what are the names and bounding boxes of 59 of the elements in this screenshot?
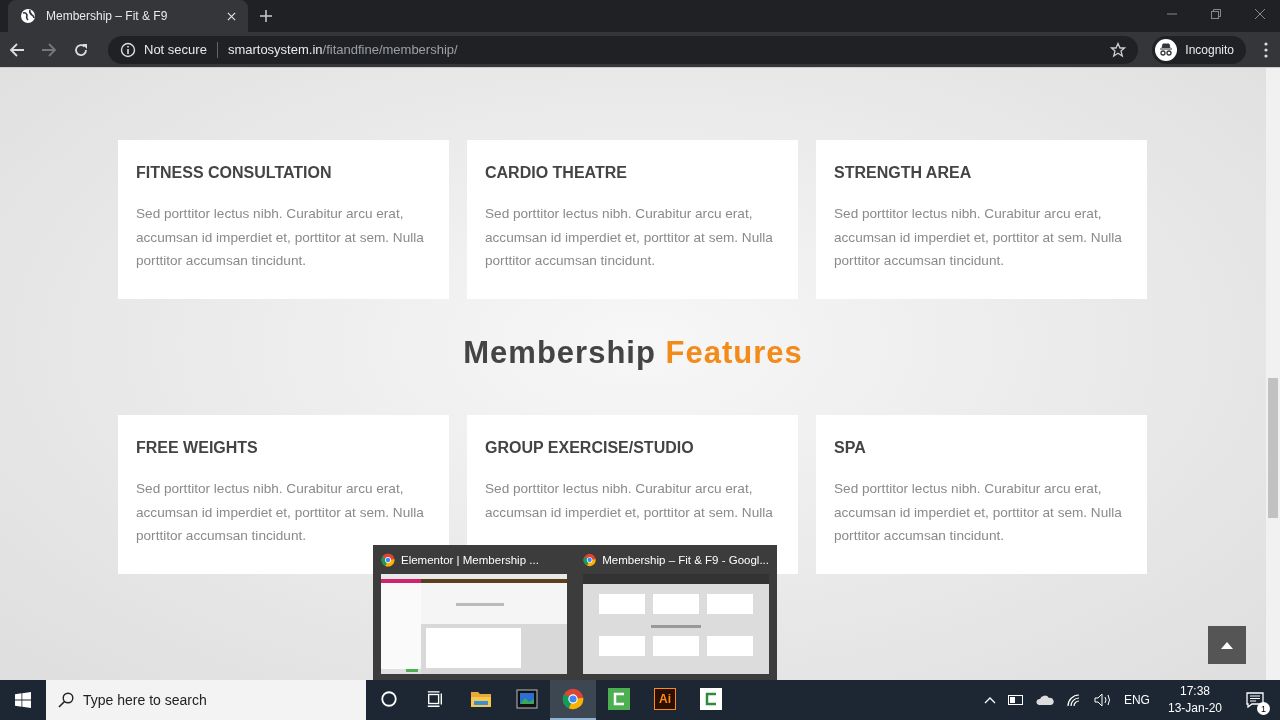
card-title: FREE WEIGHTS — [136, 439, 259, 457]
message-icon — [1246, 692, 1264, 708]
globe-icon — [20, 8, 36, 24]
battery-icon[interactable] — [1007, 695, 1024, 705]
scrollbar[interactable] — [1266, 68, 1280, 680]
volume-icon[interactable] — [1093, 693, 1112, 707]
chevron-up-icon[interactable] — [983, 696, 996, 704]
language-indicator[interactable]: ENG — [1123, 693, 1150, 707]
c-logo-icon — [608, 688, 630, 710]
window-preview[interactable]: Membership – Fit & F9 - Googl... — [583, 551, 769, 680]
url-text: smartosystem.in/fitandfine/membership/ — [227, 42, 458, 57]
section-heading: Membership Features — [462, 335, 804, 371]
chrome-icon — [562, 688, 584, 710]
wifi-icon[interactable] — [1065, 693, 1082, 707]
folder-icon — [470, 689, 492, 709]
star-icon[interactable] — [1110, 41, 1127, 58]
c-logo-icon — [700, 688, 722, 710]
illustrator-icon: Ai — [654, 688, 676, 710]
card-title: CARDIO THEATRE — [485, 164, 628, 182]
tab-title: Membership – Fit & F9 — [46, 9, 169, 23]
circle-icon — [380, 690, 398, 708]
back-icon[interactable] — [8, 41, 26, 58]
card-text: Sed porttitor lectus nibh. Curabitur arcu erat, accumsan id imperdiet et, porttitor at sem. Nulla porttitor accumsan tincidunt. — [834, 205, 1123, 270]
incognito-button[interactable]: Incognito — [1152, 35, 1246, 64]
search-icon — [58, 692, 74, 708]
chrome-icon — [583, 552, 597, 567]
window-preview[interactable]: Elementor | Membership ... — [381, 551, 567, 680]
reload-icon[interactable] — [72, 41, 90, 58]
card-title: GROUP EXERCISE/STUDIO — [485, 439, 695, 457]
card-text: Sed porttitor lectus nibh. Curabitur arcu erat, accumsan id imperdiet et, porttitor at sem. Nulla porttitor accumsan tincidunt. — [485, 205, 774, 270]
scroll-top-button[interactable] — [1208, 626, 1246, 664]
notification-button[interactable]: 1 — [1240, 685, 1270, 715]
incognito-icon — [1155, 38, 1178, 61]
notification-badge: 1 — [1257, 702, 1270, 715]
card-text: Sed porttitor lectus nibh. Curabitur arcu erat, accumsan id imperdiet et, porttitor at sem. Nulla porttitor accumsan tincidunt. — [136, 205, 425, 270]
screen-image-icon — [516, 689, 538, 709]
clock[interactable]: 17:38 13-Jan-20 — [1161, 683, 1228, 717]
cloud-icon[interactable] — [1035, 695, 1054, 705]
browser-tab[interactable]: Membership – Fit & F9 — [8, 0, 248, 32]
card-text: Sed porttitor lectus nibh. Curabitur arcu erat, accumsan id imperdiet et, porttitor at sem. Nulla porttitor accumsan tincidunt. — [136, 480, 425, 545]
preview-title: Elementor | Membership ... — [401, 553, 539, 566]
card-title: FITNESS CONSULTATION — [136, 164, 333, 182]
task-view-icon — [426, 690, 444, 708]
card-title: SPA — [834, 439, 867, 457]
search-field[interactable]: Type here to search — [46, 680, 366, 720]
taskbar-app[interactable]: Ai — [642, 680, 688, 720]
preview-title: Membership – Fit & F9 - Googl... — [602, 553, 769, 566]
new-tab-icon[interactable] — [260, 10, 272, 22]
forward-icon[interactable] — [40, 41, 58, 58]
chrome-icon — [381, 552, 395, 567]
caret-up-icon — [1221, 641, 1233, 649]
close-icon[interactable] — [1254, 8, 1266, 20]
card-text: Sed porttitor lectus nibh. Curabitur arcu erat, accumsan id imperdiet et, porttitor at sem. Nulla porttitor accumsan tincidunt. — [834, 480, 1123, 545]
address-bar[interactable]: Not secure smartosystem.in/fitandfine/membership/ — [108, 35, 1139, 64]
info-icon — [120, 41, 136, 58]
card-title: STRENGTH AREA — [834, 164, 973, 182]
card-text: Sed porttitor lectus nibh. Curabitur arcu erat, accumsan id imperdiet et, porttitor at sem. Nulla — [485, 480, 774, 522]
restore-icon[interactable] — [1210, 8, 1222, 20]
security-label: Not secure — [144, 42, 207, 57]
